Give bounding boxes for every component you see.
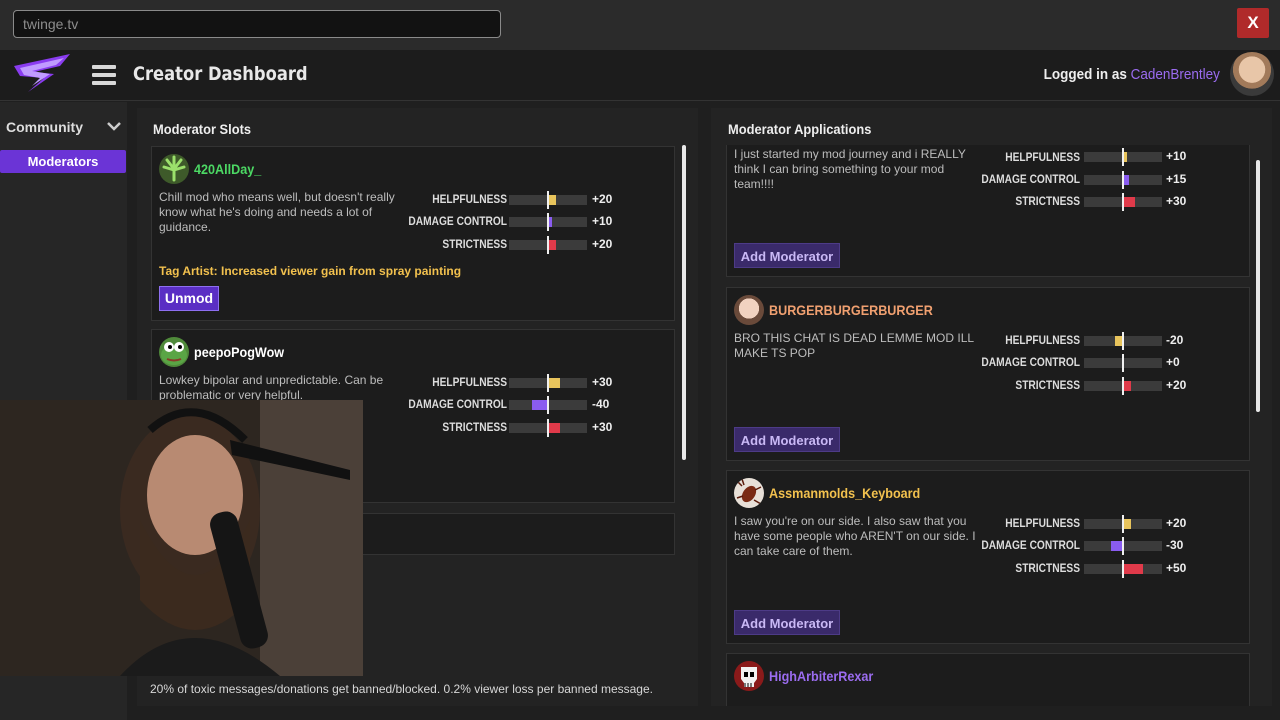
app-header: Creator Dashboard Logged in as CadenBren…: [0, 50, 1280, 101]
pepe-frog-icon: [159, 337, 189, 367]
mod-name: 420AllDay_: [194, 161, 262, 177]
stat-strictness: STRICTNESS: [1015, 561, 1080, 575]
stat-strictness: STRICTNESS: [442, 237, 507, 251]
panel-title-applications: Moderator Applications: [728, 121, 872, 137]
helpfulness-value: +10: [1166, 149, 1187, 163]
helpfulness-bar: [509, 191, 587, 209]
stat-damage-control: DAMAGE CONTROL: [981, 355, 1080, 369]
strictness-bar: [509, 419, 587, 437]
application-description: I just started my mod journey and i REAL…: [734, 147, 966, 191]
skull-icon: [734, 661, 764, 691]
panel-title-slots: Moderator Slots: [153, 121, 252, 137]
damage-control-value: -40: [592, 397, 610, 411]
sidebar-section-community[interactable]: Community: [6, 119, 83, 135]
strictness-bar: [509, 236, 587, 254]
stat-damage-control: DAMAGE CONTROL: [408, 214, 507, 228]
stat-helpfulness: HELPFULNESS: [1005, 150, 1080, 164]
twinge-logo-icon[interactable]: [10, 52, 80, 98]
stat-helpfulness: HELPFULNESS: [432, 375, 507, 389]
scrollbar[interactable]: [682, 145, 686, 460]
browser-bar: twinge.tv X: [0, 0, 1280, 50]
add-moderator-button[interactable]: Add Moderator: [734, 243, 840, 268]
unmod-button[interactable]: Unmod: [159, 286, 219, 311]
application-card: I just started my mod journey and i REAL…: [726, 145, 1250, 277]
mod-description: Lowkey bipolar and unpredictable. Can be…: [159, 373, 384, 402]
stat-damage-control: DAMAGE CONTROL: [981, 538, 1080, 552]
scrollbar[interactable]: [1256, 160, 1260, 412]
helpfulness-bar: [1084, 148, 1162, 166]
mod-slot-card: 420AllDay_ Chill mod who means well, but…: [151, 146, 675, 321]
strictness-bar: [1084, 377, 1162, 395]
moderator-applications-panel: Moderator Applications I just started my…: [711, 108, 1272, 706]
damage-control-bar: [1084, 537, 1162, 555]
strictness-value: +20: [592, 237, 613, 251]
moderation-summary: 20% of toxic messages/donations get bann…: [150, 682, 653, 696]
stat-damage-control: DAMAGE CONTROL: [981, 172, 1080, 186]
damage-control-value: -30: [1166, 538, 1184, 552]
damage-control-bar: [509, 396, 587, 414]
helpfulness-value: +20: [592, 192, 613, 206]
strictness-value: +30: [592, 420, 613, 434]
webcam-overlay: [0, 400, 363, 676]
application-card: HighArbiterRexar: [726, 653, 1250, 706]
page-title: Creator Dashboard: [133, 63, 308, 85]
strictness-value: +30: [1166, 194, 1187, 208]
cockroach-icon: [734, 478, 764, 508]
damage-control-bar: [1084, 171, 1162, 189]
stat-strictness: STRICTNESS: [1015, 378, 1080, 392]
username-link[interactable]: CadenBrentley: [1131, 66, 1220, 83]
strictness-bar: [1084, 193, 1162, 211]
damage-control-value: +15: [1166, 172, 1187, 186]
application-description: BRO THIS CHAT IS DEAD LEMME MOD ILL MAKE…: [734, 331, 974, 360]
sidebar-item-moderators[interactable]: Moderators: [0, 150, 126, 173]
person-avatar-icon: [734, 295, 764, 325]
applicant-name: Assmanmolds_Keyboard: [769, 485, 921, 501]
add-moderator-button[interactable]: Add Moderator: [734, 427, 840, 452]
mod-description: Chill mod who means well, but doesn't re…: [159, 190, 395, 234]
strictness-value: +20: [1166, 378, 1187, 392]
helpfulness-bar: [1084, 332, 1162, 350]
stat-helpfulness: HELPFULNESS: [432, 192, 507, 206]
mod-name: peepoPogWow: [194, 344, 285, 360]
helpfulness-bar: [509, 374, 587, 392]
url-bar[interactable]: twinge.tv: [13, 10, 501, 38]
strictness-bar: [1084, 560, 1162, 578]
application-description: I saw you're on our side. I also saw tha…: [734, 514, 976, 558]
chevron-down-icon[interactable]: [105, 117, 123, 135]
login-status: Logged in as CadenBrentley: [1044, 66, 1220, 83]
application-card: BURGERBURGERBURGER BRO THIS CHAT IS DEAD…: [726, 287, 1250, 461]
stat-damage-control: DAMAGE CONTROL: [408, 397, 507, 411]
mod-trait: Tag Artist: Increased viewer gain from s…: [159, 264, 462, 278]
damage-control-value: +10: [592, 214, 613, 228]
login-prefix: Logged in as: [1043, 66, 1127, 83]
applicant-name: HighArbiterRexar: [769, 668, 874, 684]
stat-helpfulness: HELPFULNESS: [1005, 333, 1080, 347]
helpfulness-value: -20: [1166, 333, 1184, 347]
damage-control-value: +0: [1166, 355, 1180, 369]
stat-helpfulness: HELPFULNESS: [1005, 516, 1080, 530]
damage-control-bar: [1084, 354, 1162, 372]
user-avatar[interactable]: [1230, 52, 1274, 96]
hamburger-menu-icon[interactable]: [92, 65, 116, 85]
damage-control-bar: [509, 213, 587, 231]
helpfulness-value: +20: [1166, 516, 1187, 530]
add-moderator-button[interactable]: Add Moderator: [734, 610, 840, 635]
strictness-value: +50: [1166, 561, 1187, 575]
helpfulness-value: +30: [592, 375, 613, 389]
close-button[interactable]: X: [1237, 8, 1269, 38]
application-card: Assmanmolds_Keyboard I saw you're on our…: [726, 470, 1250, 644]
stat-strictness: STRICTNESS: [442, 420, 507, 434]
weed-leaf-icon: [159, 154, 189, 184]
helpfulness-bar: [1084, 515, 1162, 533]
applicant-name: BURGERBURGERBURGER: [769, 302, 933, 318]
stat-strictness: STRICTNESS: [1015, 194, 1080, 208]
